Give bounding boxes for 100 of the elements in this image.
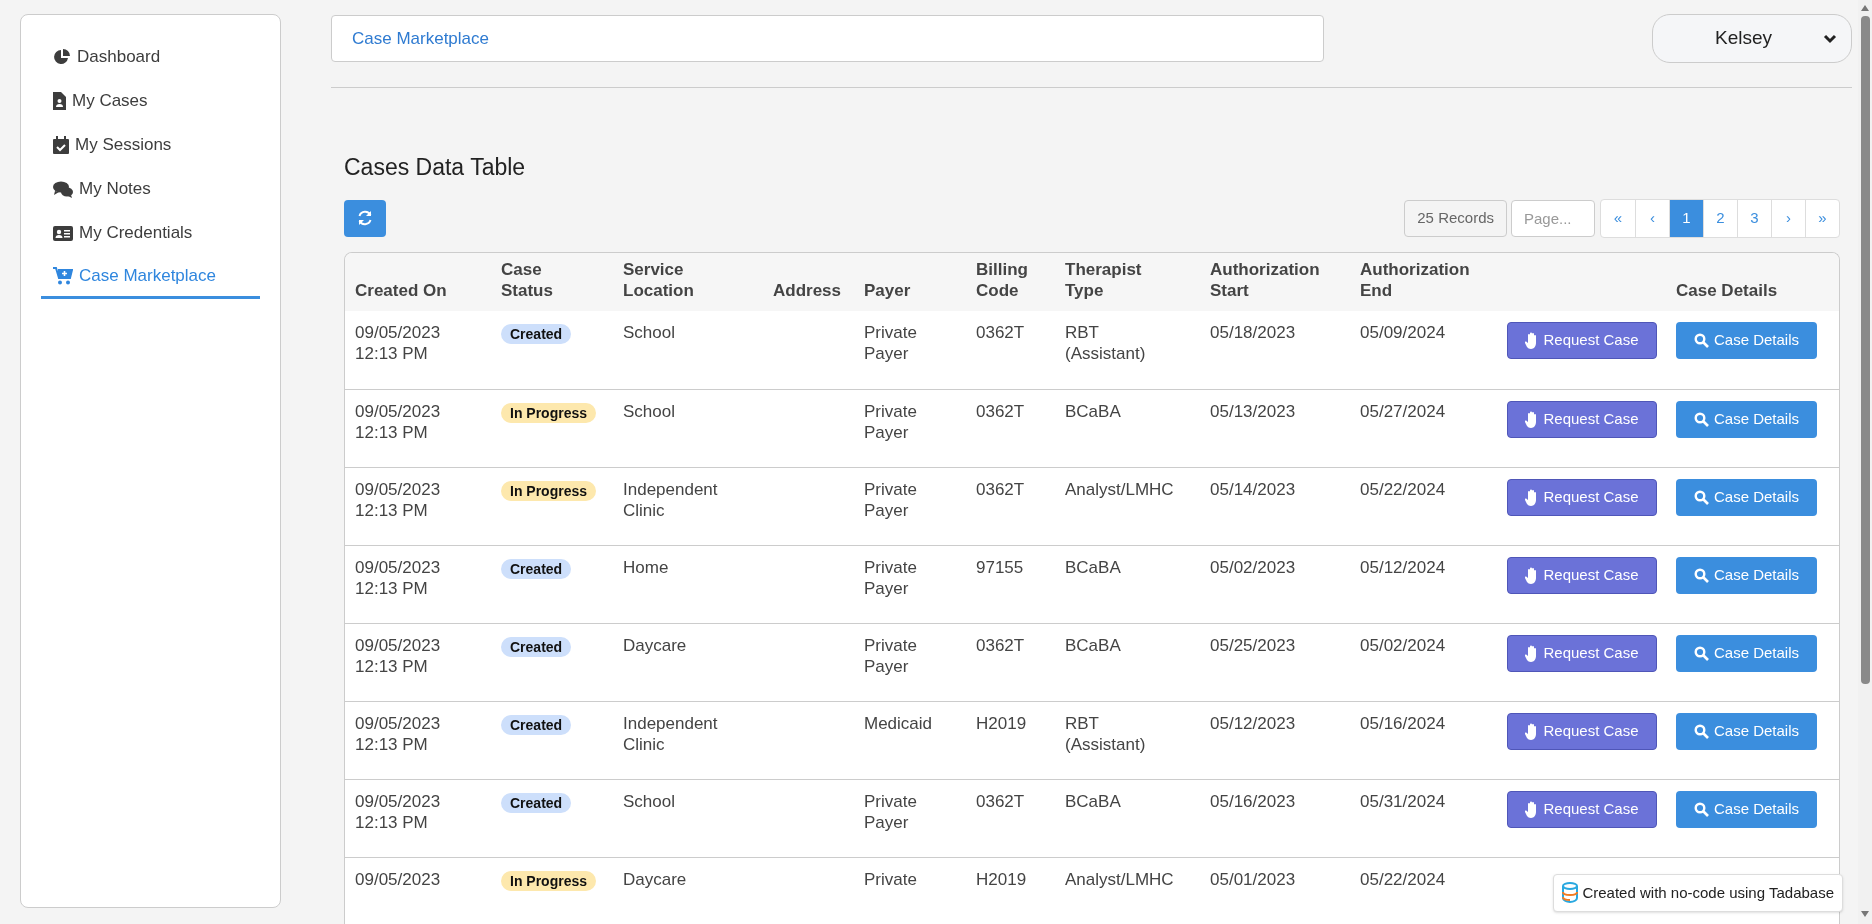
table-cell: Private Payer <box>864 790 917 833</box>
table-cell: Daycare <box>623 634 687 656</box>
table-cell-text: 05/13/2023 <box>1210 400 1297 422</box>
sidebar-item[interactable]: My Notes <box>41 167 260 211</box>
breadcrumb-link[interactable]: Case Marketplace <box>352 25 489 52</box>
table-cell: Medicaid <box>864 712 933 734</box>
search-icon <box>1693 332 1709 348</box>
table-cell-text: 05/25/2023 <box>1210 634 1297 656</box>
table-cell-text: 05/18/2023 <box>1210 321 1297 343</box>
request-case-button[interactable]: Request Case <box>1507 790 1657 828</box>
case-details-button[interactable]: Case Details <box>1676 400 1817 438</box>
table-cell-text: 05/02/2023 <box>1210 556 1297 578</box>
table-cell-text: 05/09/2024 <box>1360 321 1447 343</box>
table-cell: School <box>623 400 675 422</box>
search-icon <box>1693 567 1709 583</box>
table-cell-text: 09/05/2023 12:13 PM <box>355 712 442 755</box>
sidebar-item[interactable]: Case Marketplace <box>41 255 260 299</box>
table-cell: Independent Clinic <box>623 478 718 521</box>
table-cell-text: 09/05/2023 <box>355 868 442 890</box>
sidebar-item[interactable]: My Credentials <box>41 211 260 255</box>
database-icon <box>1562 882 1579 904</box>
sidebar-item[interactable]: My Sessions <box>41 123 260 167</box>
table-cell-text: H2019 <box>976 712 1028 734</box>
pagination-button[interactable]: 1 <box>1669 199 1703 237</box>
case-details-button[interactable]: Case Details <box>1676 478 1817 516</box>
pagination-button[interactable]: 2 <box>1703 199 1737 237</box>
column-header: Billing Code <box>976 258 1029 301</box>
user-menu-button[interactable]: Kelsey <box>1652 14 1852 63</box>
table-cell-text: H2019 <box>976 868 1028 890</box>
table-cell-text: 09/05/2023 12:13 PM <box>355 634 442 677</box>
status-badge: Created <box>501 558 572 579</box>
refresh-button[interactable] <box>344 199 386 237</box>
request-case-button[interactable]: Request Case <box>1507 400 1657 438</box>
file-user-icon <box>53 92 66 110</box>
search-icon <box>1693 645 1709 661</box>
case-details-button[interactable]: Case Details <box>1676 321 1817 359</box>
records-count: 25 Records <box>1404 199 1507 237</box>
table-cell-text: 09/05/2023 12:13 PM <box>355 556 442 599</box>
search-icon <box>1693 411 1709 427</box>
table-cell: BCaBA <box>1065 790 1121 812</box>
table-cell: RBT (Assistant) <box>1065 321 1146 364</box>
status-badge: Created <box>501 792 572 813</box>
sidebar-item[interactable]: My Cases <box>41 79 260 123</box>
table-cell-text: 05/31/2024 <box>1360 790 1447 812</box>
table-cell-text: 09/05/2023 12:13 PM <box>355 478 442 521</box>
status-badge: In Progress <box>501 402 597 423</box>
id-card-icon <box>53 225 73 241</box>
table-cell-text: 09/05/2023 12:13 PM <box>355 321 442 364</box>
column-header: Created On <box>354 279 448 301</box>
table-cell-text: 0362T <box>976 321 1026 343</box>
pagination-button[interactable]: « <box>1601 199 1635 237</box>
chevron-down-icon <box>1823 33 1837 44</box>
table-cell-text: 0362T <box>976 634 1026 656</box>
request-case-button[interactable]: Request Case <box>1507 712 1657 750</box>
page-input-field[interactable]: Page... <box>1511 199 1595 237</box>
chat-bubbles-icon <box>53 180 73 198</box>
badge-text: Created with no-code using Tadabase <box>1582 882 1834 903</box>
column-header: Payer <box>864 279 912 301</box>
sidebar-item[interactable]: Dashboard <box>41 35 260 79</box>
table-cell: Private <box>864 868 917 890</box>
built-with-badge[interactable]: Created with no-code using Tadabase <box>1553 874 1843 912</box>
cart-plus-icon <box>53 266 73 285</box>
request-case-button[interactable]: Request Case <box>1507 478 1657 516</box>
table-cell: BCaBA <box>1065 556 1121 578</box>
column-header: Case Status <box>501 258 554 301</box>
status-badge: Created <box>501 714 572 735</box>
table-cell: Private Payer <box>864 321 917 364</box>
case-details-button[interactable]: Case Details <box>1676 712 1817 750</box>
table-cell: School <box>623 321 675 343</box>
table-cell: BCaBA <box>1065 400 1121 422</box>
table-cell-text: 97155 <box>976 556 1025 578</box>
case-details-button[interactable]: Case Details <box>1676 634 1817 672</box>
request-case-button[interactable]: Request Case <box>1507 321 1657 359</box>
search-icon <box>1693 801 1709 817</box>
table-cell-text: 05/02/2024 <box>1360 634 1447 656</box>
page-title: Cases Data Table <box>344 153 527 182</box>
column-header: Authorization Start <box>1210 258 1321 301</box>
search-icon <box>1693 489 1709 505</box>
refresh-icon <box>356 209 374 227</box>
table-cell: Private Payer <box>864 400 917 443</box>
status-badge: In Progress <box>501 870 597 891</box>
table-cell: Private Payer <box>864 634 917 677</box>
table-cell-text: 05/22/2024 <box>1360 868 1447 890</box>
table-cell: Daycare <box>623 868 687 890</box>
pagination-button[interactable]: › <box>1771 199 1805 237</box>
column-header: Authorization End <box>1360 258 1471 301</box>
case-details-button[interactable]: Case Details <box>1676 790 1817 828</box>
column-header: Service Location <box>623 258 695 301</box>
table-cell-text: 09/05/2023 12:13 PM <box>355 790 442 833</box>
column-header: Address <box>773 279 843 301</box>
table-cell: BCaBA <box>1065 634 1121 656</box>
table-cell: Private Payer <box>864 556 917 599</box>
request-case-button[interactable]: Request Case <box>1507 634 1657 672</box>
pie-chart-icon <box>53 48 71 66</box>
pagination-button[interactable]: » <box>1805 199 1839 237</box>
pagination-button[interactable]: 3 <box>1737 199 1771 237</box>
request-case-button[interactable]: Request Case <box>1507 556 1657 594</box>
table-cell-text: 05/01/2023 <box>1210 868 1297 890</box>
column-header: Case Details <box>1676 279 1779 301</box>
case-details-button[interactable]: Case Details <box>1676 556 1817 594</box>
